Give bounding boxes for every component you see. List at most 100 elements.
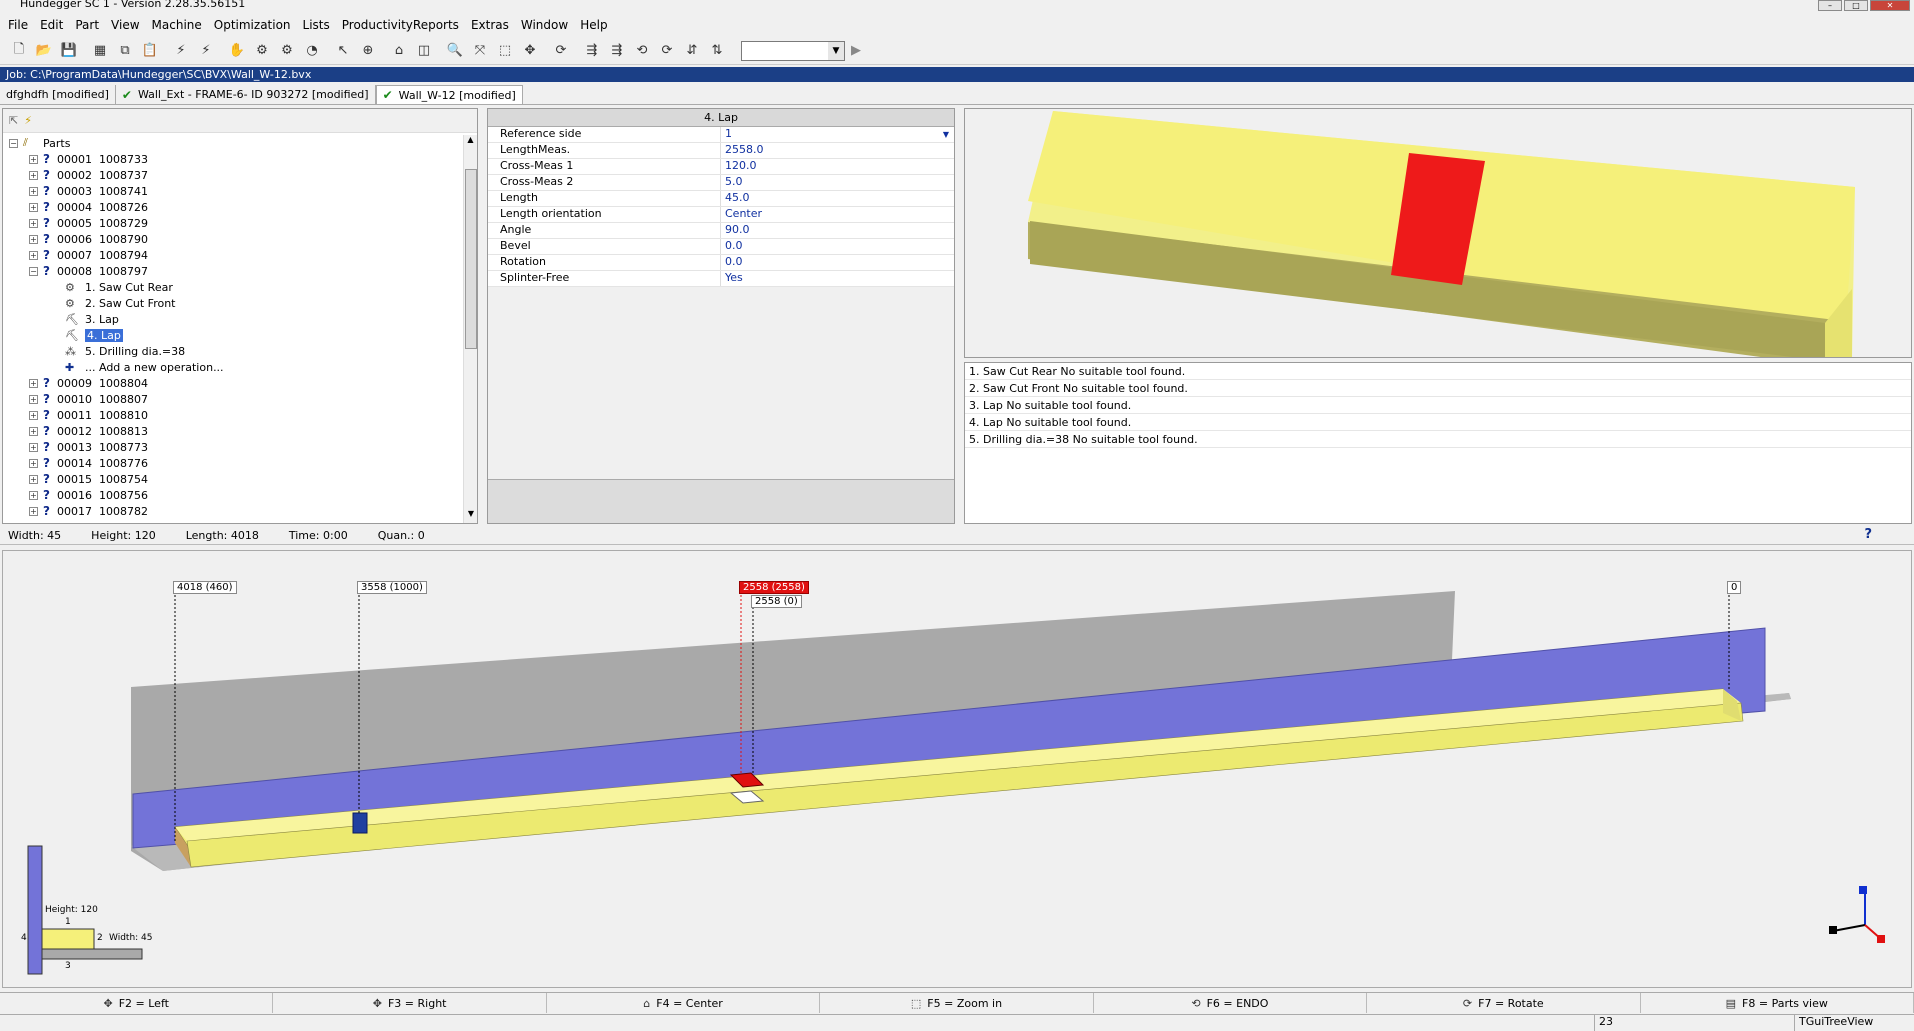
expand-icon[interactable]: + xyxy=(29,442,38,452)
property-row[interactable]: Rotation 0.0 xyxy=(488,255,954,271)
scroll-down-icon[interactable]: ▼ xyxy=(464,509,478,523)
paste-icon[interactable]: 📋 xyxy=(139,40,161,62)
f7-rotate-button[interactable]: ⟳ F7 = Rotate xyxy=(1367,993,1641,1013)
tree-part-expanded[interactable]: − ? 00008 1008797 xyxy=(3,263,463,279)
tab-wall-w-12[interactable]: ✔ Wall_W-12 [modified] xyxy=(375,85,523,104)
property-row[interactable]: Length orientation Center xyxy=(488,207,954,223)
tree-part[interactable]: +? 00010 1008807 xyxy=(3,391,463,407)
f5-zoom-in-button[interactable]: ⬚ F5 = Zoom in xyxy=(820,993,1094,1013)
rotate-icon[interactable]: ⟳ xyxy=(550,40,572,62)
property-row[interactable]: Bevel 0.0 xyxy=(488,239,954,255)
tree-part[interactable]: +? 00013 1008773 xyxy=(3,439,463,455)
view-c-icon[interactable]: ⟲ xyxy=(631,40,653,62)
close-button[interactable]: ✕ xyxy=(1870,0,1910,11)
property-row[interactable]: Splinter-Free Yes xyxy=(488,271,954,287)
pointer-icon[interactable]: ↖ xyxy=(332,40,354,62)
expand-icon[interactable]: + xyxy=(29,186,38,196)
f3-right-button[interactable]: ✥ F3 = Right xyxy=(273,993,547,1013)
chevron-down-icon[interactable]: ▼ xyxy=(828,41,844,60)
tree-sort-icon[interactable]: ⇱ xyxy=(9,114,18,127)
expand-icon[interactable]: + xyxy=(29,234,38,244)
gear-icon[interactable]: ⚙ xyxy=(276,40,298,62)
menu-part[interactable]: Part xyxy=(69,18,105,32)
tree-part[interactable]: +? 00009 1008804 xyxy=(3,375,463,391)
menu-productivity-reports[interactable]: ProductivityReports xyxy=(336,18,465,32)
box-icon[interactable]: ◫ xyxy=(413,40,435,62)
play-icon[interactable]: ▶ xyxy=(845,40,867,62)
tab-wall-ext[interactable]: ✔ Wall_Ext - FRAME-6- ID 903272 [modified… xyxy=(116,85,376,104)
toolbar-combo[interactable]: ▼ xyxy=(741,40,845,61)
expand-icon[interactable]: + xyxy=(29,378,38,388)
tree-part[interactable]: +? 00001 1008733 xyxy=(3,151,463,167)
tree-op-3[interactable]: ⛏ 3. Lap xyxy=(3,311,463,327)
menu-window[interactable]: Window xyxy=(515,18,574,32)
message-row[interactable]: 1. Saw Cut Rear No suitable tool found. xyxy=(965,363,1911,380)
tree-part[interactable]: +? 00015 1008754 xyxy=(3,471,463,487)
property-value[interactable]: 120.0 xyxy=(721,159,954,174)
menu-file[interactable]: File xyxy=(2,18,34,32)
save-icon[interactable]: 💾 xyxy=(58,40,80,62)
f2-left-button[interactable]: ✥ F2 = Left xyxy=(0,993,274,1013)
menu-optimization[interactable]: Optimization xyxy=(208,18,297,32)
expand-icon[interactable]: + xyxy=(29,218,38,228)
property-value[interactable]: 0.0 xyxy=(721,255,954,270)
expand-icon[interactable]: + xyxy=(29,410,38,420)
minimize-button[interactable]: – xyxy=(1818,0,1842,11)
optimize-icon[interactable]: ⚡ xyxy=(170,40,192,62)
property-value[interactable]: 90.0 xyxy=(721,223,954,238)
tree-part[interactable]: +? 00004 1008726 xyxy=(3,199,463,215)
open-folder-icon[interactable]: 📂 xyxy=(33,40,55,62)
message-row[interactable]: 2. Saw Cut Front No suitable tool found. xyxy=(965,380,1911,397)
f4-center-button[interactable]: ⌂ F4 = Center xyxy=(547,993,821,1013)
view-d-icon[interactable]: ⟳ xyxy=(656,40,678,62)
maximize-button[interactable]: □ xyxy=(1844,0,1868,11)
menu-edit[interactable]: Edit xyxy=(34,18,69,32)
expand-icon[interactable]: + xyxy=(29,426,38,436)
tree-part[interactable]: +? 00006 1008790 xyxy=(3,231,463,247)
tree-root[interactable]: − ⫽ Parts xyxy=(3,135,463,151)
property-value[interactable]: 2558.0 xyxy=(721,143,954,158)
scroll-thumb[interactable] xyxy=(465,169,477,349)
tree-op-5[interactable]: ⁂ 5. Drilling dia.=38 xyxy=(3,343,463,359)
menu-view[interactable]: View xyxy=(105,18,145,32)
view-e-icon[interactable]: ⇵ xyxy=(681,40,703,62)
tab-dfghdfh[interactable]: dfghdfh [modified] xyxy=(0,85,116,104)
machine-view[interactable]: 4018 (460) 3558 (1000) 2558 (2558) 2558 … xyxy=(2,550,1912,988)
settings-icon[interactable]: ⚙ xyxy=(251,40,273,62)
tree-part[interactable]: +? 00007 1008794 xyxy=(3,247,463,263)
f6-endo-button[interactable]: ⟲ F6 = ENDO xyxy=(1094,993,1368,1013)
property-value[interactable]: Center xyxy=(721,207,954,222)
message-row[interactable]: 4. Lap No suitable tool found. xyxy=(965,414,1911,431)
expand-icon[interactable]: + xyxy=(29,458,38,468)
property-row[interactable]: Reference side 1 ▼ xyxy=(488,127,954,143)
expand-icon[interactable]: + xyxy=(29,170,38,180)
f8-parts-view-button[interactable]: ▤ F8 = Parts view xyxy=(1641,993,1914,1013)
property-row[interactable]: Length 45.0 xyxy=(488,191,954,207)
tree-op-1[interactable]: ⚙ 1. Saw Cut Rear xyxy=(3,279,463,295)
zoom-fit-icon[interactable]: ⤧ xyxy=(469,40,491,62)
menu-machine[interactable]: Machine xyxy=(146,18,208,32)
menu-lists[interactable]: Lists xyxy=(297,18,336,32)
zoom-icon[interactable]: 🔍 xyxy=(444,40,466,62)
property-row[interactable]: Cross-Meas 1 120.0 xyxy=(488,159,954,175)
parts-tree[interactable]: − ⫽ Parts +? 00001 1008733 +? 00002 1008737… xyxy=(3,135,463,523)
expand-icon[interactable]: + xyxy=(29,474,38,484)
tree-part[interactable]: +? 00014 1008776 xyxy=(3,455,463,471)
collapse-icon[interactable]: − xyxy=(9,138,18,148)
chevron-down-icon[interactable]: ▼ xyxy=(940,129,952,140)
gauge-icon[interactable]: ◔ xyxy=(301,40,323,62)
property-value[interactable]: 0.0 xyxy=(721,239,954,254)
lightning-icon[interactable]: ⚡ xyxy=(24,114,32,127)
property-value[interactable]: 1 ▼ xyxy=(721,127,954,142)
property-row[interactable]: Cross-Meas 2 5.0 xyxy=(488,175,954,191)
expand-icon[interactable]: + xyxy=(29,250,38,260)
home-icon[interactable]: ⌂ xyxy=(388,40,410,62)
optimize-all-icon[interactable]: ⚡ xyxy=(195,40,217,62)
part-3d-view[interactable] xyxy=(964,108,1912,358)
layout-icon[interactable]: ▦ xyxy=(89,40,111,62)
tree-part[interactable]: +? 00002 1008737 xyxy=(3,167,463,183)
help-icon[interactable]: ? xyxy=(1864,527,1872,542)
scroll-up-icon[interactable]: ▲ xyxy=(464,135,477,149)
message-row[interactable]: 3. Lap No suitable tool found. xyxy=(965,397,1911,414)
expand-icon[interactable]: + xyxy=(29,202,38,212)
